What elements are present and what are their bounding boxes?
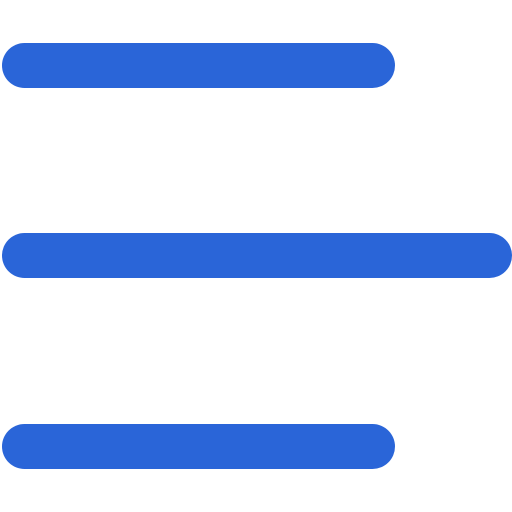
menu-line-top — [2, 43, 395, 88]
menu-line-bottom — [2, 424, 395, 469]
menu-line-middle — [2, 233, 512, 278]
menu-icon-container — [0, 0, 512, 512]
menu-icon[interactable] — [0, 0, 512, 512]
